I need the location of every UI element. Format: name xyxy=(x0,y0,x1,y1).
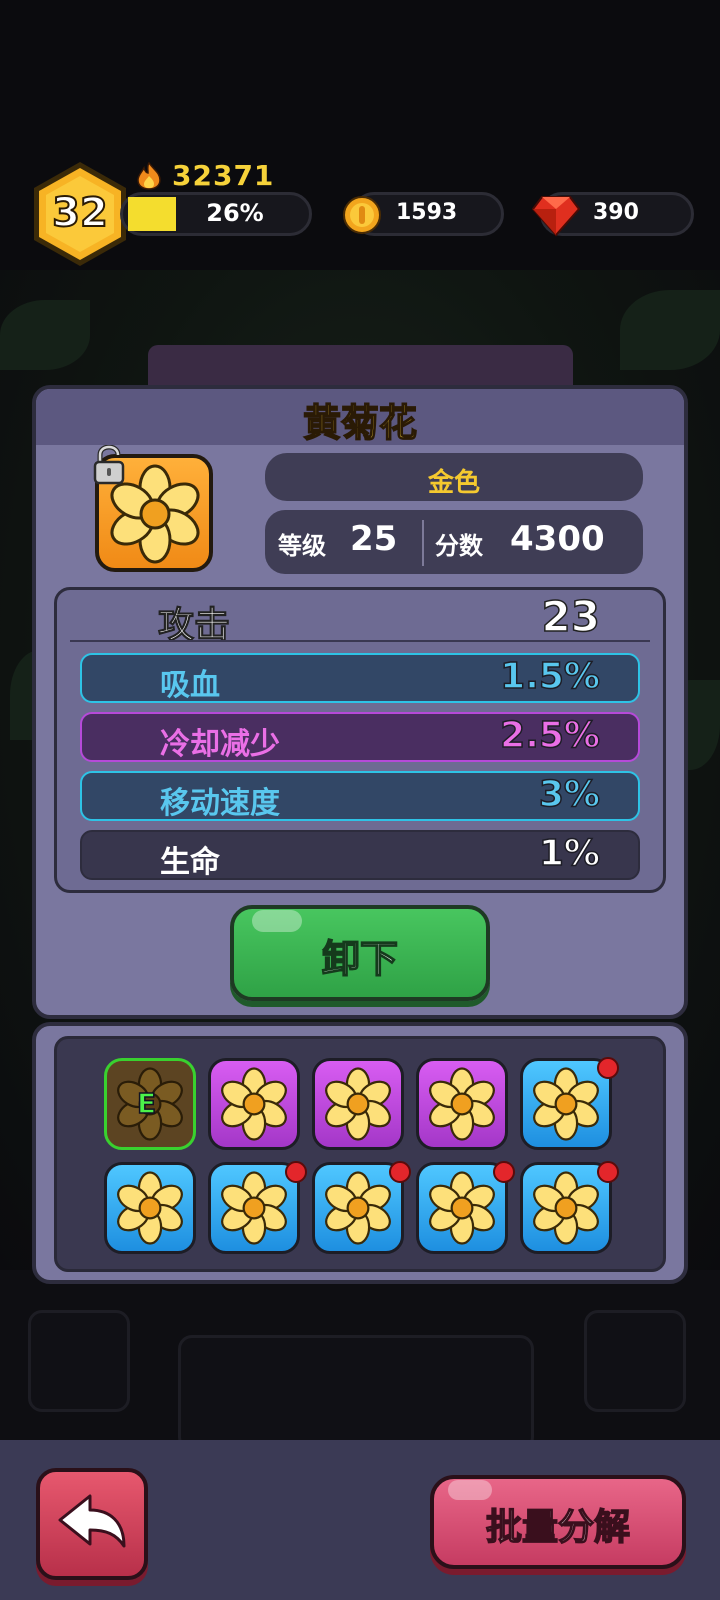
background-leaf xyxy=(620,290,720,370)
daisy-flower-icon xyxy=(429,1067,495,1141)
daisy-flower-icon xyxy=(533,1171,599,1245)
new-item-dot xyxy=(597,1161,619,1183)
inventory-slot[interactable] xyxy=(416,1058,508,1150)
score-value: 4300 xyxy=(510,519,605,559)
new-item-dot xyxy=(597,1057,619,1079)
back-button[interactable] xyxy=(36,1468,148,1580)
inventory-slot[interactable] xyxy=(312,1058,404,1150)
gem-amount: 390 xyxy=(593,200,639,225)
stats-divider xyxy=(70,640,650,642)
level-score-divider xyxy=(422,520,424,566)
daisy-flower-icon xyxy=(325,1171,391,1245)
ruby-gem-icon xyxy=(532,196,580,237)
stat-label: 移动速度 xyxy=(160,786,280,821)
unequip-button-label[interactable]: 卸下 xyxy=(230,928,490,983)
stat-label: 冷却减少 xyxy=(160,727,280,762)
daisy-flower-icon xyxy=(221,1067,287,1141)
stat-label: 生命 xyxy=(160,845,220,880)
new-item-dot xyxy=(389,1161,411,1183)
power-value: 32371 xyxy=(172,159,275,192)
quality-label: 金色 xyxy=(427,468,480,498)
xp-percent: 26% xyxy=(206,199,264,227)
stat-value: 1.5% xyxy=(499,655,600,698)
daisy-flower-icon xyxy=(429,1171,495,1245)
new-item-dot xyxy=(493,1161,515,1183)
item-name: 黄菊花 xyxy=(302,400,418,446)
stat-value: 3% xyxy=(538,773,601,816)
xp-bar-fill xyxy=(128,197,176,231)
stat-label: 吸血 xyxy=(160,668,220,703)
daisy-flower-icon xyxy=(325,1067,391,1141)
background-leaf xyxy=(0,300,90,370)
player-level: 32 xyxy=(51,189,109,237)
daisy-flower-icon xyxy=(533,1067,599,1141)
inventory-slot-equipped[interactable]: E xyxy=(104,1058,196,1150)
attack-value: 23 xyxy=(541,591,601,642)
flame-icon xyxy=(137,162,161,190)
stat-value: 2.5% xyxy=(499,714,600,757)
daisy-flower-icon xyxy=(117,1171,183,1245)
level-label: 等级 xyxy=(278,532,326,560)
stat-value: 1% xyxy=(538,832,601,875)
score-label: 分数 xyxy=(435,532,483,560)
coin-icon xyxy=(343,196,381,234)
background-card xyxy=(584,1310,686,1412)
daisy-flower-icon xyxy=(221,1171,287,1245)
button-highlight xyxy=(448,1480,492,1500)
background-card xyxy=(178,1335,534,1451)
batch-decompose-label[interactable]: 批量分解 xyxy=(430,1498,686,1550)
coin-amount: 1593 xyxy=(396,200,458,225)
background-card xyxy=(28,1310,130,1412)
level-value: 25 xyxy=(350,519,398,559)
return-arrow-icon xyxy=(58,1494,126,1548)
inventory-slot[interactable] xyxy=(208,1058,300,1150)
equipped-mark: E xyxy=(136,1086,157,1121)
new-item-dot xyxy=(285,1161,307,1183)
inventory-slot[interactable] xyxy=(104,1162,196,1254)
padlock-open-icon[interactable] xyxy=(92,445,126,485)
